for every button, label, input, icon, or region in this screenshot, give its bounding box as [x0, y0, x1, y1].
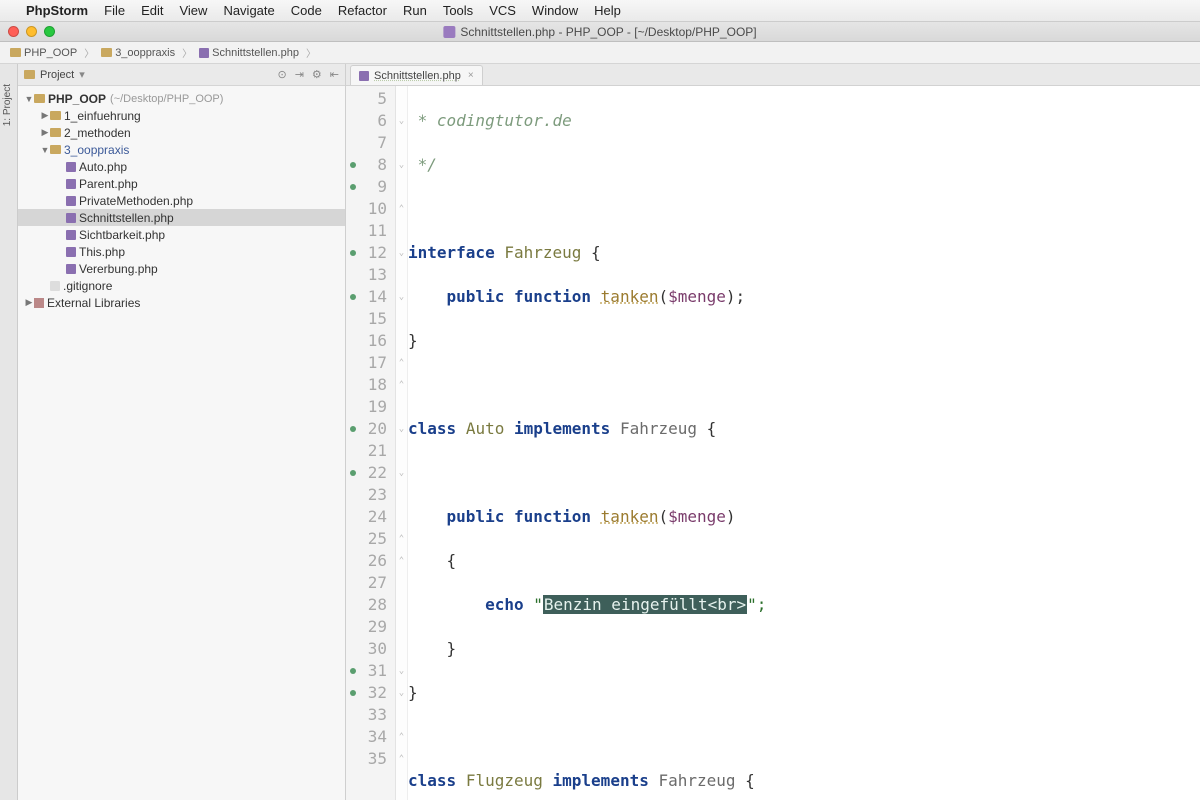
tree-label: Schnittstellen.php	[79, 211, 174, 225]
php-file-icon	[66, 196, 76, 206]
php-file-icon	[66, 230, 76, 240]
hide-icon[interactable]: ⇤	[330, 68, 339, 81]
tree-file[interactable]: .gitignore	[18, 277, 345, 294]
gear-icon[interactable]: ⚙	[312, 68, 322, 81]
tree-file[interactable]: This.php	[18, 243, 345, 260]
menu-window[interactable]: Window	[532, 3, 578, 18]
menu-code[interactable]: Code	[291, 3, 322, 18]
tree-file[interactable]: PrivateMethoden.php	[18, 192, 345, 209]
line-number-gutter: 567 891011 1213141516171819 202122232425…	[346, 86, 396, 800]
folder-icon	[34, 94, 45, 103]
tree-external-libs[interactable]: ▶External Libraries	[18, 294, 345, 311]
folder-icon	[50, 128, 61, 137]
tree-label: PHP_OOP	[48, 92, 106, 106]
php-file-icon	[359, 71, 369, 81]
tree-file-selected[interactable]: Schnittstellen.php	[18, 209, 345, 226]
tree-label: Auto.php	[79, 160, 127, 174]
project-tool-window: Project ▾ ⊙ ⇥ ⚙ ⇤ ▼PHP_OOP(~/Desktop/PHP…	[18, 64, 346, 800]
folder-icon	[101, 48, 112, 57]
tree-file[interactable]: Auto.php	[18, 158, 345, 175]
tree-folder[interactable]: ▼3_ooppraxis	[18, 141, 345, 158]
php-file-icon	[66, 213, 76, 223]
tree-label: .gitignore	[63, 279, 112, 293]
window-title: Schnittstellen.php - PHP_OOP - [~/Deskto…	[443, 25, 756, 39]
chevron-right-icon: 〉	[82, 45, 96, 60]
menu-view[interactable]: View	[179, 3, 207, 18]
chevron-right-icon: 〉	[180, 45, 194, 60]
breadcrumb-label: 3_ooppraxis	[115, 47, 175, 59]
php-file-icon	[66, 162, 76, 172]
collapse-all-icon[interactable]: ⇥	[295, 68, 304, 81]
menu-refactor[interactable]: Refactor	[338, 3, 387, 18]
tree-label: PrivateMethoden.php	[79, 194, 193, 208]
editor-tab[interactable]: Schnittstellen.php ×	[350, 65, 483, 85]
breadcrumb-label: Schnittstellen.php	[212, 47, 299, 59]
breadcrumb-file[interactable]: Schnittstellen.php	[195, 47, 303, 59]
menu-help[interactable]: Help	[594, 3, 621, 18]
breadcrumb-folder[interactable]: 3_ooppraxis	[97, 47, 179, 59]
php-file-icon	[199, 48, 209, 58]
project-tree[interactable]: ▼PHP_OOP(~/Desktop/PHP_OOP) ▶1_einfuehru…	[18, 86, 345, 315]
tree-label: Sichtbarkeit.php	[79, 228, 165, 242]
close-tab-icon[interactable]: ×	[468, 70, 474, 81]
php-file-icon	[66, 179, 76, 189]
php-file-icon	[66, 247, 76, 257]
php-file-icon	[66, 264, 76, 274]
code-content[interactable]: * codingtutor.de */ interface Fahrzeug {…	[408, 86, 1200, 800]
editor-tab-label: Schnittstellen.php	[374, 70, 461, 82]
project-tool-button[interactable]: 1: Project	[2, 84, 13, 126]
tree-label: Parent.php	[79, 177, 138, 191]
close-window-button[interactable]	[8, 26, 19, 37]
folder-icon	[24, 70, 35, 79]
tree-label: 1_einfuehrung	[64, 109, 141, 123]
editor-body[interactable]: 567 891011 1213141516171819 202122232425…	[346, 86, 1200, 800]
tree-label: External Libraries	[47, 296, 140, 310]
project-view-label[interactable]: Project	[40, 69, 74, 81]
menu-file[interactable]: File	[104, 3, 125, 18]
menu-tools[interactable]: Tools	[443, 3, 473, 18]
scroll-to-source-icon[interactable]: ⊙	[277, 68, 286, 81]
library-icon	[34, 298, 44, 308]
chevron-right-icon: 〉	[304, 45, 318, 60]
editor-area: Schnittstellen.php × 567 891011 12131415…	[346, 64, 1200, 800]
traffic-lights	[8, 26, 55, 37]
menu-navigate[interactable]: Navigate	[223, 3, 274, 18]
breadcrumb-root[interactable]: PHP_OOP	[6, 47, 81, 59]
folder-icon	[10, 48, 21, 57]
breadcrumb-label: PHP_OOP	[24, 47, 77, 59]
menu-run[interactable]: Run	[403, 3, 427, 18]
tree-folder[interactable]: ▶1_einfuehrung	[18, 107, 345, 124]
menu-edit[interactable]: Edit	[141, 3, 163, 18]
tree-file[interactable]: Parent.php	[18, 175, 345, 192]
editor-tabs: Schnittstellen.php ×	[346, 64, 1200, 86]
project-header: Project ▾ ⊙ ⇥ ⚙ ⇤	[18, 64, 345, 86]
tool-window-strip: 1: Project	[0, 64, 18, 800]
tree-folder[interactable]: ▶2_methoden	[18, 124, 345, 141]
php-file-icon	[443, 26, 455, 38]
menu-vcs[interactable]: VCS	[489, 3, 516, 18]
tree-file[interactable]: Vererbung.php	[18, 260, 345, 277]
tree-file[interactable]: Sichtbarkeit.php	[18, 226, 345, 243]
file-icon	[50, 281, 60, 291]
fold-column[interactable]: ⌄⌄⌃⌄⌄⌃⌃⌄⌄⌃⌃⌄⌄⌃⌃	[396, 86, 408, 800]
tree-path: (~/Desktop/PHP_OOP)	[110, 93, 223, 105]
minimize-window-button[interactable]	[26, 26, 37, 37]
folder-icon	[50, 145, 61, 154]
app-name[interactable]: PhpStorm	[26, 3, 88, 18]
window-titlebar: Schnittstellen.php - PHP_OOP - [~/Deskto…	[0, 22, 1200, 42]
tree-label: 2_methoden	[64, 126, 131, 140]
window-title-text: Schnittstellen.php - PHP_OOP - [~/Deskto…	[460, 25, 756, 39]
tree-label: This.php	[79, 245, 125, 259]
macos-menubar: PhpStorm File Edit View Navigate Code Re…	[0, 0, 1200, 22]
breadcrumb-bar: PHP_OOP 〉 3_ooppraxis 〉 Schnittstellen.p…	[0, 42, 1200, 64]
chevron-down-icon[interactable]: ▾	[79, 68, 85, 81]
tree-label: Vererbung.php	[79, 262, 158, 276]
zoom-window-button[interactable]	[44, 26, 55, 37]
tree-root[interactable]: ▼PHP_OOP(~/Desktop/PHP_OOP)	[18, 90, 345, 107]
folder-icon	[50, 111, 61, 120]
tree-label: 3_ooppraxis	[64, 143, 129, 157]
